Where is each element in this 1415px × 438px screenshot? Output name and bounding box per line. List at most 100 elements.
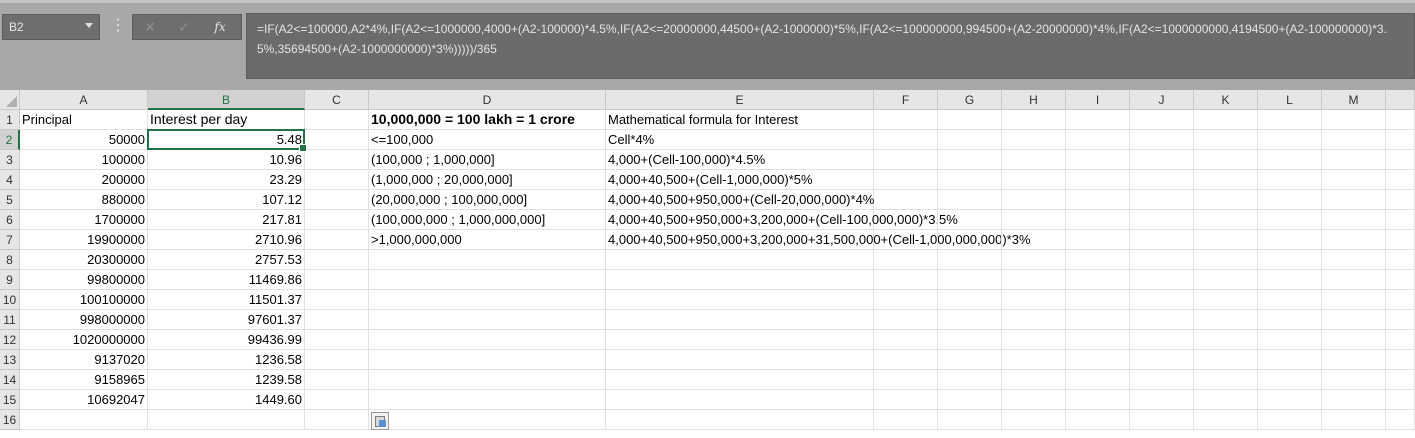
select-all-button[interactable] — [0, 90, 20, 110]
column-header-m[interactable]: M — [1322, 90, 1386, 110]
cell-a13[interactable]: 9137020 — [20, 350, 148, 370]
row-header-2[interactable]: 2 — [0, 130, 20, 150]
cell-f13[interactable] — [874, 350, 938, 370]
insert-function-icon[interactable]: fx — [209, 18, 231, 36]
cell-h12[interactable] — [1002, 330, 1066, 350]
cell-g3[interactable] — [938, 150, 1002, 170]
cell-b15[interactable]: 1449.60 — [148, 390, 305, 410]
cell-l1[interactable] — [1258, 110, 1322, 130]
cell-n15[interactable] — [1386, 390, 1415, 410]
cell-a16[interactable] — [20, 410, 148, 430]
cell-i14[interactable] — [1066, 370, 1130, 390]
cell-b3[interactable]: 10.96 — [148, 150, 305, 170]
cell-n13[interactable] — [1386, 350, 1415, 370]
cell-l6[interactable] — [1258, 210, 1322, 230]
cell-e2[interactable]: Cell*4% — [606, 130, 874, 150]
cell-m4[interactable] — [1322, 170, 1386, 190]
cell-j7[interactable] — [1130, 230, 1194, 250]
cell-k7[interactable] — [1194, 230, 1258, 250]
cell-j10[interactable] — [1130, 290, 1194, 310]
cell-a4[interactable]: 200000 — [20, 170, 148, 190]
cell-m1[interactable] — [1322, 110, 1386, 130]
cell-n4[interactable] — [1386, 170, 1415, 190]
cell-f15[interactable] — [874, 390, 938, 410]
cell-a11[interactable]: 998000000 — [20, 310, 148, 330]
cell-h5[interactable] — [1002, 190, 1066, 210]
cell-a3[interactable]: 100000 — [20, 150, 148, 170]
name-box-dropdown-icon[interactable] — [85, 23, 93, 28]
cell-i12[interactable] — [1066, 330, 1130, 350]
cell-d10[interactable] — [369, 290, 606, 310]
cell-l4[interactable] — [1258, 170, 1322, 190]
cell-d14[interactable] — [369, 370, 606, 390]
cell-e3[interactable]: 4,000+(Cell-100,000)*4.5% — [606, 150, 874, 170]
cell-l11[interactable] — [1258, 310, 1322, 330]
column-header-g[interactable]: G — [938, 90, 1002, 110]
cell-d1[interactable]: 10,000,000 = 100 lakh = 1 crore — [369, 110, 606, 130]
row-header-4[interactable]: 4 — [0, 170, 20, 190]
cell-c1[interactable] — [305, 110, 369, 130]
column-header-e[interactable]: E — [606, 90, 874, 110]
cell-l13[interactable] — [1258, 350, 1322, 370]
cell-l16[interactable] — [1258, 410, 1322, 430]
column-header-i[interactable]: I — [1066, 90, 1130, 110]
cell-l3[interactable] — [1258, 150, 1322, 170]
cell-f9[interactable] — [874, 270, 938, 290]
cell-e7[interactable]: 4,000+40,500+950,000+3,200,000+31,500,00… — [606, 230, 1031, 250]
cell-e15[interactable] — [606, 390, 874, 410]
column-header-k[interactable]: K — [1194, 90, 1258, 110]
cell-j9[interactable] — [1130, 270, 1194, 290]
cell-h6[interactable] — [1002, 210, 1066, 230]
cell-k5[interactable] — [1194, 190, 1258, 210]
cell-h9[interactable] — [1002, 270, 1066, 290]
cell-k14[interactable] — [1194, 370, 1258, 390]
cell-f16[interactable] — [874, 410, 938, 430]
cell-j15[interactable] — [1130, 390, 1194, 410]
cell-d6[interactable]: (100,000,000 ; 1,000,000,000] — [369, 210, 606, 230]
cell-m9[interactable] — [1322, 270, 1386, 290]
cell-d3[interactable]: (100,000 ; 1,000,000] — [369, 150, 606, 170]
cell-g11[interactable] — [938, 310, 1002, 330]
cell-f7[interactable] — [874, 230, 938, 250]
cell-c3[interactable] — [305, 150, 369, 170]
cell-b11[interactable]: 97601.37 — [148, 310, 305, 330]
cell-j4[interactable] — [1130, 170, 1194, 190]
column-header-b[interactable]: B — [148, 90, 305, 110]
row-header-5[interactable]: 5 — [0, 190, 20, 210]
cell-c13[interactable] — [305, 350, 369, 370]
cell-k6[interactable] — [1194, 210, 1258, 230]
cell-e12[interactable] — [606, 330, 874, 350]
cell-e8[interactable] — [606, 250, 874, 270]
cell-f2[interactable] — [874, 130, 938, 150]
cell-f10[interactable] — [874, 290, 938, 310]
cell-n16[interactable] — [1386, 410, 1415, 430]
row-header-14[interactable]: 14 — [0, 370, 20, 390]
cell-c4[interactable] — [305, 170, 369, 190]
cell-d5[interactable]: (20,000,000 ; 100,000,000] — [369, 190, 606, 210]
cell-n11[interactable] — [1386, 310, 1415, 330]
cell-j13[interactable] — [1130, 350, 1194, 370]
cell-b13[interactable]: 1236.58 — [148, 350, 305, 370]
cell-c5[interactable] — [305, 190, 369, 210]
cell-b9[interactable]: 11469.86 — [148, 270, 305, 290]
cell-f1[interactable] — [874, 110, 938, 130]
cell-h11[interactable] — [1002, 310, 1066, 330]
cell-g4[interactable] — [938, 170, 1002, 190]
cell-i15[interactable] — [1066, 390, 1130, 410]
cell-j12[interactable] — [1130, 330, 1194, 350]
cell-k10[interactable] — [1194, 290, 1258, 310]
cell-m15[interactable] — [1322, 390, 1386, 410]
cell-l5[interactable] — [1258, 190, 1322, 210]
cell-m6[interactable] — [1322, 210, 1386, 230]
cell-b6[interactable]: 217.81 — [148, 210, 305, 230]
cell-g13[interactable] — [938, 350, 1002, 370]
row-header-12[interactable]: 12 — [0, 330, 20, 350]
cell-k11[interactable] — [1194, 310, 1258, 330]
column-header-l[interactable]: L — [1258, 90, 1322, 110]
more-options-icon[interactable]: ⋮ — [110, 16, 126, 36]
cell-b4[interactable]: 23.29 — [148, 170, 305, 190]
column-header-c[interactable]: C — [305, 90, 369, 110]
cell-e11[interactable] — [606, 310, 874, 330]
cancel-icon[interactable]: ✕ — [139, 18, 161, 36]
cell-j8[interactable] — [1130, 250, 1194, 270]
